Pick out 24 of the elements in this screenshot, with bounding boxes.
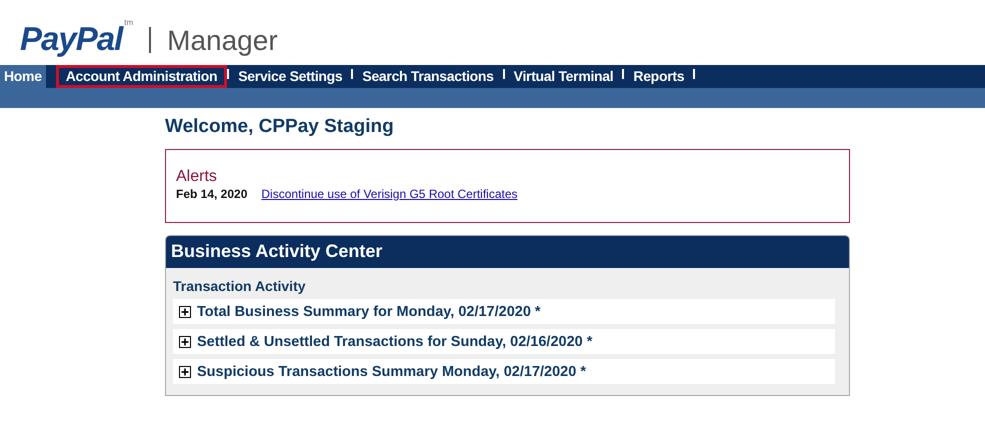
summary-row[interactable]: Suspicious Transactions Summary Monday, 02/17/2020 * — [173, 359, 835, 384]
alert-link[interactable]: Discontinue use of Verisign G5 Root Certificates — [261, 187, 518, 201]
nav-tab[interactable]: Virtual Terminal — [504, 65, 622, 88]
nav-tab[interactable]: Search Transactions — [353, 65, 503, 88]
product-name: Manager — [167, 27, 278, 55]
row-label: Total Business Summary for Monday, 02/17/2020 * — [197, 304, 541, 320]
nav-tab[interactable]: Reports — [624, 65, 694, 88]
expand-icon[interactable] — [179, 336, 191, 348]
row-label: Suspicious Transactions Summary Monday, 02/17/2020 * — [197, 364, 586, 380]
section-label: Transaction Activity — [173, 278, 307, 294]
row-label: Settled & Unsettled Transactions for Sunday, 02/16/2020 * — [197, 334, 592, 350]
nav-tab[interactable]: Account Administration — [56, 65, 228, 88]
summary-row[interactable]: Settled & Unsettled Transactions for Sunday, 02/16/2020 * — [173, 329, 835, 354]
welcome-heading: Welcome, CPPay Staging — [165, 116, 395, 138]
nav-tab[interactable]: Home — [0, 65, 46, 88]
alerts-title: Alerts — [176, 168, 218, 186]
expand-icon[interactable] — [179, 366, 191, 378]
logo: PayPal — [20, 22, 122, 55]
alert-date: Feb 14, 2020 — [176, 187, 248, 201]
nav-tab[interactable]: Service Settings — [229, 65, 352, 88]
panel-header: Business Activity Center — [166, 236, 849, 268]
summary-row[interactable]: Total Business Summary for Monday, 02/17/2020 * — [173, 299, 835, 324]
expand-icon[interactable] — [179, 306, 191, 318]
trademark: tm — [124, 18, 134, 27]
